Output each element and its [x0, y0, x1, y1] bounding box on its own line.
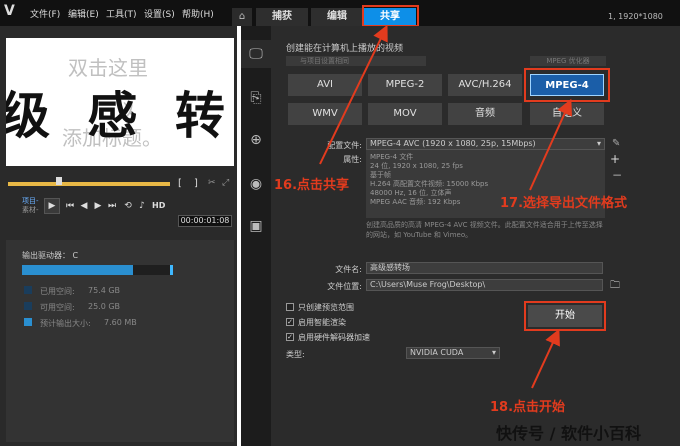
- arrow-step16: [319, 24, 388, 165]
- arrow-step17: [529, 98, 572, 191]
- watermark: 快传号 / 软件小百科: [496, 424, 641, 443]
- annotation-step18: 18.点击开始: [490, 400, 566, 415]
- annotation-step17: 17.选择导出文件格式: [500, 196, 628, 211]
- annotation-step16: 16.点击共享: [274, 178, 350, 193]
- arrow-step18: [531, 328, 560, 389]
- annotation-arrows: [319, 24, 572, 389]
